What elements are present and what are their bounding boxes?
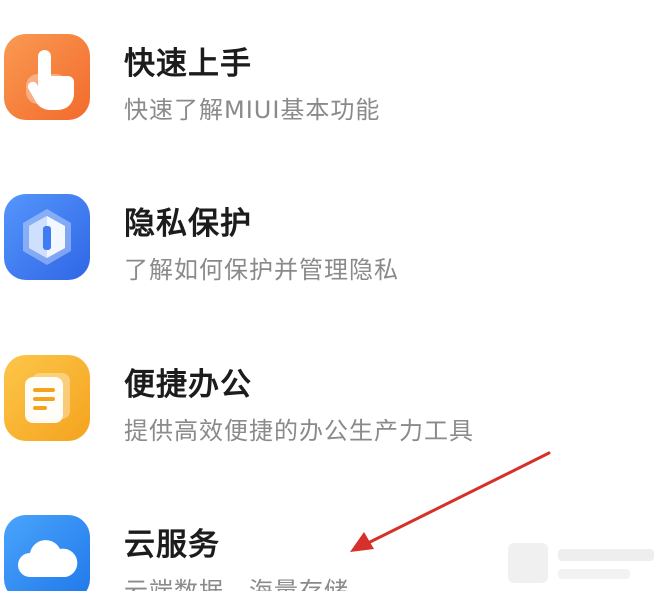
list-item-quick-start[interactable]: 快速上手 快速了解MIUI基本功能 xyxy=(0,22,666,132)
tap-hand-icon xyxy=(4,34,90,120)
cloud-icon xyxy=(4,515,90,591)
item-title: 隐私保护 xyxy=(124,206,252,242)
list-item-office[interactable]: 便捷办公 提供高效便捷的办公生产力工具 xyxy=(0,343,666,453)
item-subtitle: 云端数据，海量存储 xyxy=(124,577,349,591)
item-title: 快速上手 xyxy=(124,46,252,82)
item-subtitle: 快速了解MIUI基本功能 xyxy=(124,96,381,124)
item-subtitle: 了解如何保护并管理隐私 xyxy=(124,256,399,284)
item-title: 便捷办公 xyxy=(124,367,252,403)
item-subtitle: 提供高效便捷的办公生产力工具 xyxy=(124,417,474,445)
list-item-privacy[interactable]: 隐私保护 了解如何保护并管理隐私 xyxy=(0,182,666,292)
item-title: 云服务 xyxy=(124,527,220,563)
office-note-icon xyxy=(4,355,90,441)
feature-list: 快速上手 快速了解MIUI基本功能 隐私保护 了解如何保护并管理隐私 便捷办公 … xyxy=(0,0,666,591)
privacy-shield-icon xyxy=(4,194,90,280)
watermark-blur xyxy=(502,533,666,591)
